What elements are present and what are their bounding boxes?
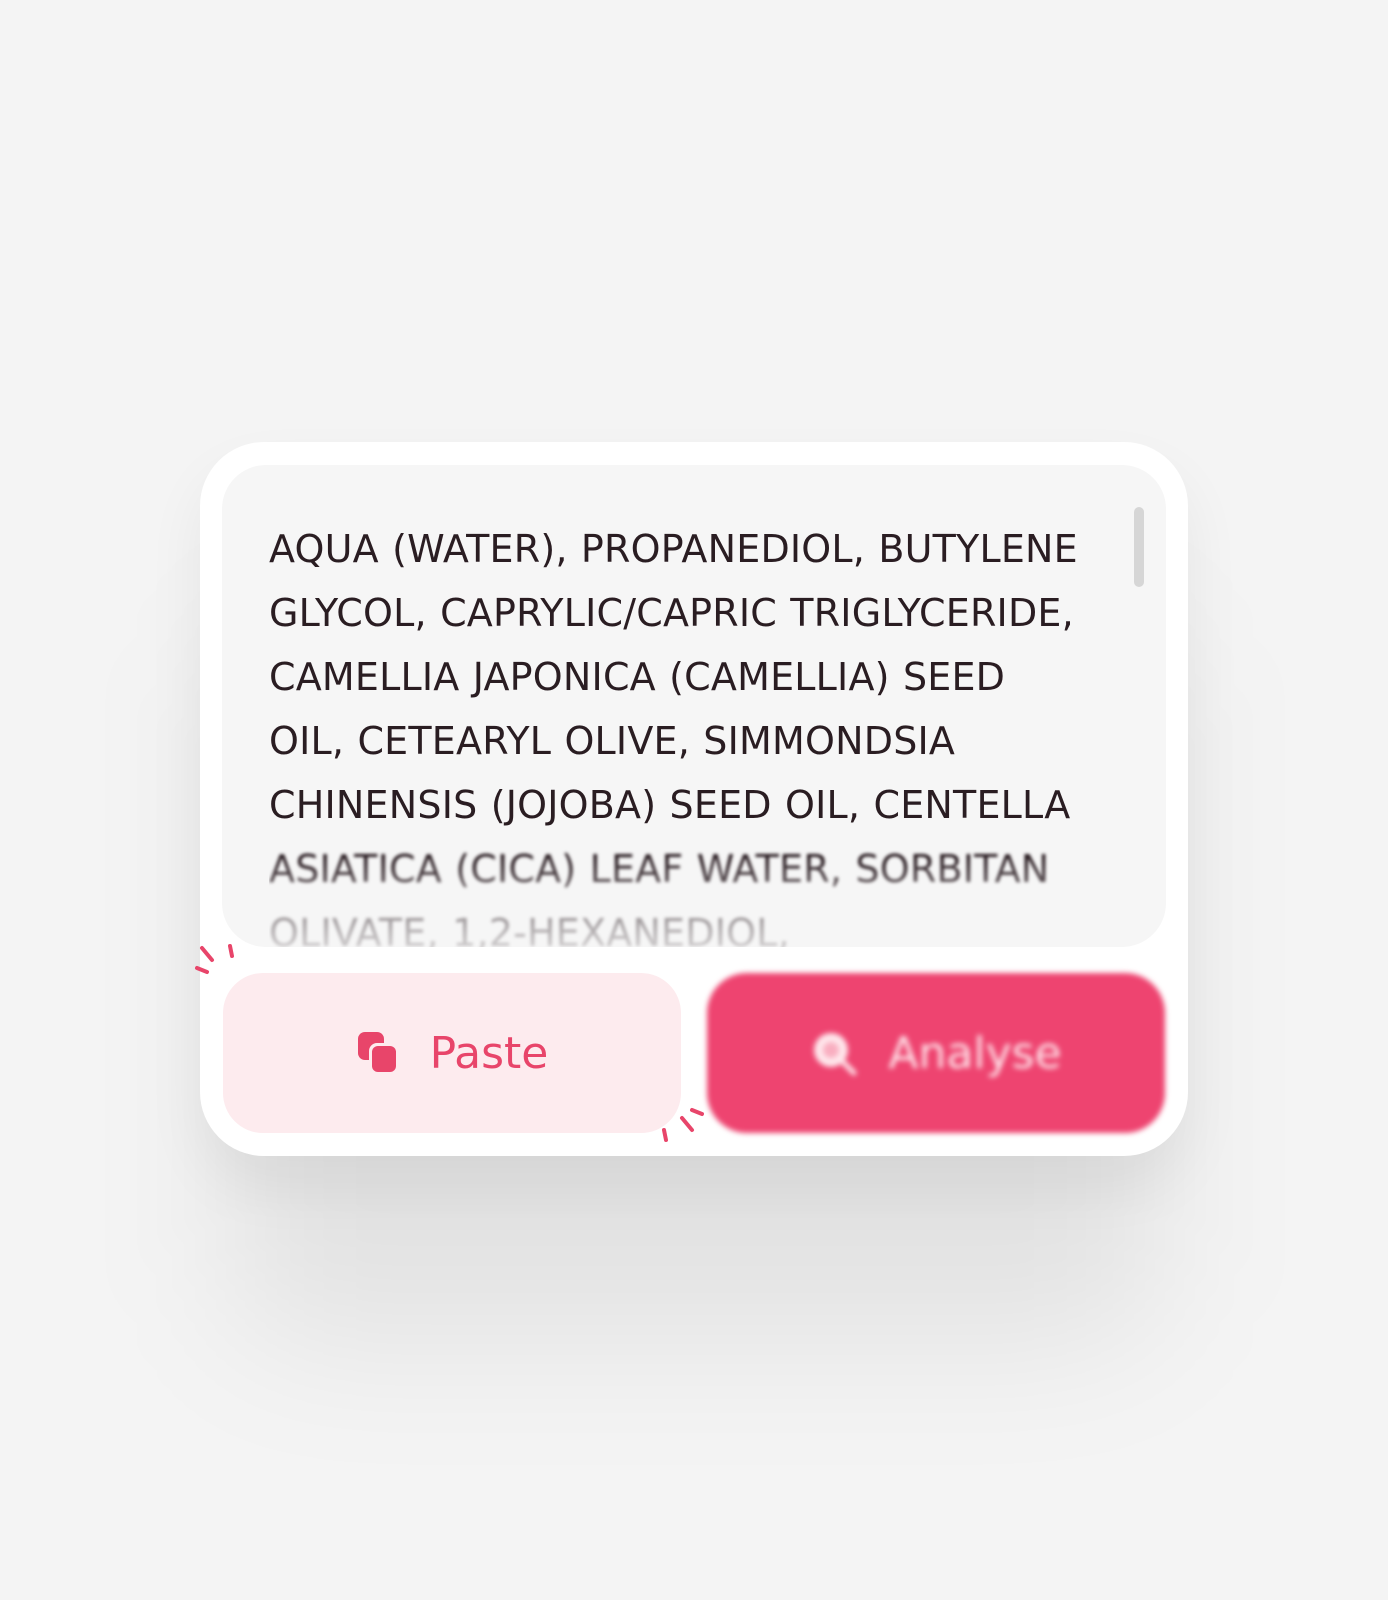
ingredients-text: AQUA (WATER), PROPANEDIOL, BUTYLENE GLYC…	[269, 517, 1119, 947]
ingredients-textarea[interactable]: AQUA (WATER), PROPANEDIOL, BUTYLENE GLYC…	[222, 465, 1166, 947]
ingredient-line-faded: OLIVATE, 1,2-HEXANEDIOL,	[269, 911, 790, 947]
ingredient-line: AQUA (WATER), PROPANEDIOL, BUTYLENE	[269, 527, 1078, 571]
scrollbar-thumb[interactable]	[1134, 507, 1144, 587]
spark-lines-icon	[195, 944, 234, 974]
ingredient-line: CAMELLIA JAPONICA (CAMELLIA) SEED	[269, 655, 1006, 699]
faded-lines: ASIATICA (CICA) LEAF WATER, SORBITAN OLI…	[269, 847, 1049, 947]
page: AQUA (WATER), PROPANEDIOL, BUTYLENE GLYC…	[0, 0, 1388, 1600]
paste-button-label: Paste	[429, 1027, 549, 1079]
copy-icon	[356, 1030, 400, 1076]
analyse-button-label: Analyse	[888, 1027, 1062, 1079]
analyse-button[interactable]: Analyse	[707, 973, 1165, 1133]
ingredient-analyser-card: AQUA (WATER), PROPANEDIOL, BUTYLENE GLYC…	[195, 442, 1188, 1156]
magnify-icon	[810, 1029, 858, 1077]
ingredient-line: CHINENSIS (JOJOBA) SEED OIL, CENTELLA	[269, 783, 1071, 827]
ingredient-line-faded: ASIATICA (CICA) LEAF WATER, SORBITAN	[269, 847, 1050, 891]
spark-lines-icon	[662, 1108, 704, 1142]
paste-button[interactable]: Paste	[223, 973, 681, 1133]
ingredient-line: OIL, CETEARYL OLIVE, SIMMONDSIA	[269, 719, 956, 763]
ingredient-line: GLYCOL, CAPRYLIC/CAPRIC TRIGLYCERIDE,	[269, 591, 1074, 635]
